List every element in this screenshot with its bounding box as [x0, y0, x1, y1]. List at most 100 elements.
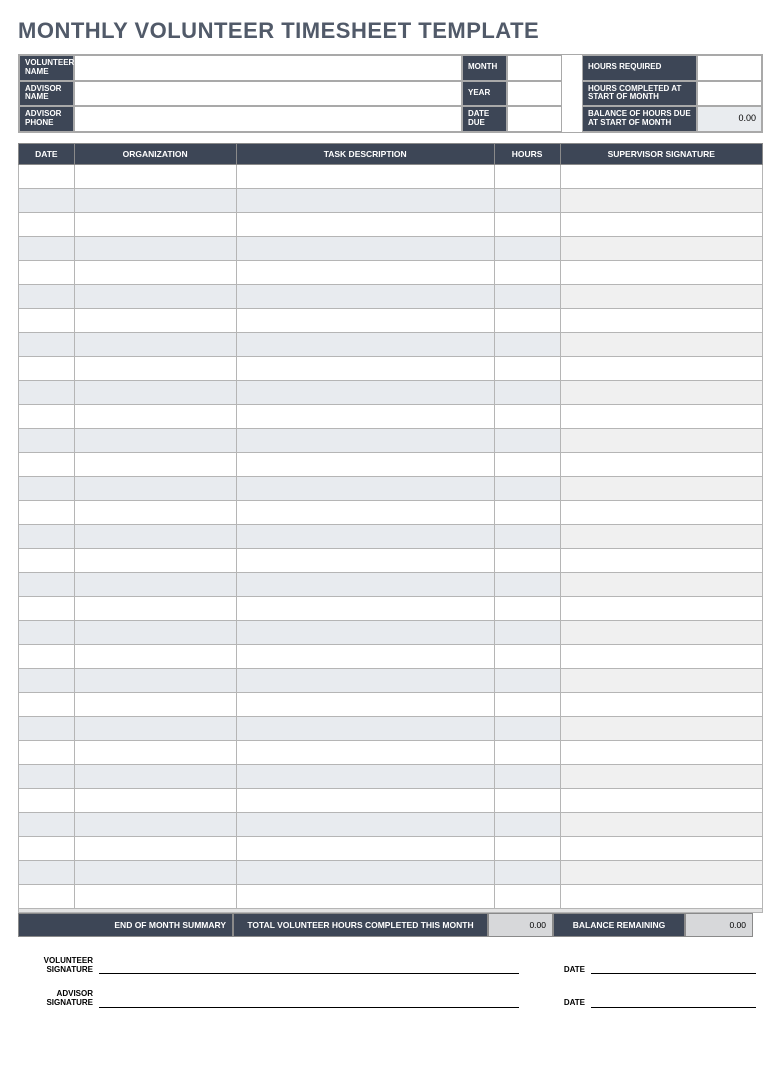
cell-org[interactable] — [74, 836, 236, 860]
cell-org[interactable] — [74, 500, 236, 524]
cell-org[interactable] — [74, 428, 236, 452]
cell-org[interactable] — [74, 356, 236, 380]
cell-org[interactable] — [74, 332, 236, 356]
cell-task[interactable] — [236, 524, 494, 548]
cell-task[interactable] — [236, 716, 494, 740]
cell-org[interactable] — [74, 452, 236, 476]
cell-org[interactable] — [74, 788, 236, 812]
cell-sig[interactable] — [560, 668, 762, 692]
cell-date[interactable] — [19, 428, 75, 452]
cell-date[interactable] — [19, 476, 75, 500]
cell-org[interactable] — [74, 740, 236, 764]
cell-hours[interactable] — [494, 308, 560, 332]
cell-hours[interactable] — [494, 788, 560, 812]
field-hours-required[interactable] — [697, 55, 762, 81]
cell-org[interactable] — [74, 716, 236, 740]
cell-sig[interactable] — [560, 644, 762, 668]
cell-task[interactable] — [236, 692, 494, 716]
cell-org[interactable] — [74, 476, 236, 500]
cell-task[interactable] — [236, 476, 494, 500]
cell-task[interactable] — [236, 740, 494, 764]
cell-org[interactable] — [74, 236, 236, 260]
cell-org[interactable] — [74, 860, 236, 884]
cell-org[interactable] — [74, 692, 236, 716]
cell-sig[interactable] — [560, 836, 762, 860]
cell-sig[interactable] — [560, 548, 762, 572]
cell-date[interactable] — [19, 836, 75, 860]
cell-org[interactable] — [74, 524, 236, 548]
cell-date[interactable] — [19, 620, 75, 644]
cell-task[interactable] — [236, 380, 494, 404]
cell-task[interactable] — [236, 284, 494, 308]
cell-hours[interactable] — [494, 284, 560, 308]
cell-sig[interactable] — [560, 236, 762, 260]
cell-sig[interactable] — [560, 764, 762, 788]
cell-hours[interactable] — [494, 692, 560, 716]
cell-hours[interactable] — [494, 764, 560, 788]
cell-task[interactable] — [236, 212, 494, 236]
cell-hours[interactable] — [494, 572, 560, 596]
cell-hours[interactable] — [494, 212, 560, 236]
field-month[interactable] — [507, 55, 562, 81]
cell-date[interactable] — [19, 260, 75, 284]
cell-date[interactable] — [19, 788, 75, 812]
cell-task[interactable] — [236, 572, 494, 596]
cell-date[interactable] — [19, 524, 75, 548]
cell-org[interactable] — [74, 260, 236, 284]
cell-hours[interactable] — [494, 644, 560, 668]
cell-hours[interactable] — [494, 620, 560, 644]
field-volunteer-name[interactable] — [74, 55, 462, 81]
cell-org[interactable] — [74, 380, 236, 404]
cell-org[interactable] — [74, 644, 236, 668]
cell-task[interactable] — [236, 260, 494, 284]
cell-date[interactable] — [19, 716, 75, 740]
cell-date[interactable] — [19, 668, 75, 692]
cell-date[interactable] — [19, 188, 75, 212]
cell-date[interactable] — [19, 380, 75, 404]
cell-sig[interactable] — [560, 740, 762, 764]
cell-sig[interactable] — [560, 500, 762, 524]
cell-date[interactable] — [19, 308, 75, 332]
cell-sig[interactable] — [560, 524, 762, 548]
cell-org[interactable] — [74, 404, 236, 428]
cell-date[interactable] — [19, 356, 75, 380]
cell-hours[interactable] — [494, 500, 560, 524]
cell-sig[interactable] — [560, 356, 762, 380]
cell-sig[interactable] — [560, 812, 762, 836]
cell-date[interactable] — [19, 332, 75, 356]
cell-task[interactable] — [236, 788, 494, 812]
cell-sig[interactable] — [560, 188, 762, 212]
cell-date[interactable] — [19, 572, 75, 596]
field-hours-completed[interactable] — [697, 81, 762, 107]
field-advisor-phone[interactable] — [74, 106, 462, 132]
cell-sig[interactable] — [560, 404, 762, 428]
cell-sig[interactable] — [560, 452, 762, 476]
cell-hours[interactable] — [494, 332, 560, 356]
cell-date[interactable] — [19, 212, 75, 236]
cell-date[interactable] — [19, 404, 75, 428]
field-date-due[interactable] — [507, 106, 562, 132]
cell-date[interactable] — [19, 548, 75, 572]
cell-task[interactable] — [236, 884, 494, 908]
cell-date[interactable] — [19, 860, 75, 884]
cell-org[interactable] — [74, 812, 236, 836]
cell-date[interactable] — [19, 644, 75, 668]
cell-hours[interactable] — [494, 452, 560, 476]
cell-sig[interactable] — [560, 164, 762, 188]
cell-sig[interactable] — [560, 380, 762, 404]
cell-hours[interactable] — [494, 524, 560, 548]
cell-org[interactable] — [74, 764, 236, 788]
cell-org[interactable] — [74, 884, 236, 908]
cell-task[interactable] — [236, 188, 494, 212]
cell-hours[interactable] — [494, 716, 560, 740]
cell-hours[interactable] — [494, 476, 560, 500]
cell-date[interactable] — [19, 500, 75, 524]
cell-hours[interactable] — [494, 836, 560, 860]
cell-date[interactable] — [19, 164, 75, 188]
cell-sig[interactable] — [560, 860, 762, 884]
cell-org[interactable] — [74, 572, 236, 596]
cell-org[interactable] — [74, 620, 236, 644]
cell-hours[interactable] — [494, 188, 560, 212]
cell-hours[interactable] — [494, 740, 560, 764]
cell-task[interactable] — [236, 500, 494, 524]
